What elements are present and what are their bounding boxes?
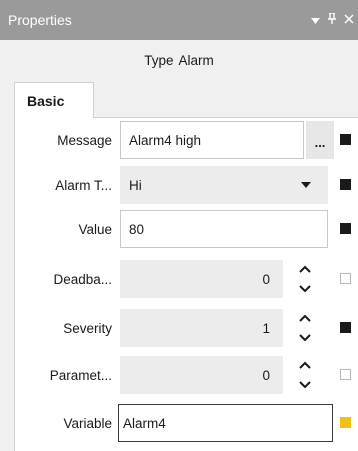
property-row-deadband: Deadba... 0	[15, 259, 358, 299]
close-icon[interactable]	[344, 13, 354, 27]
chevron-down-icon[interactable]	[296, 166, 316, 204]
ellipsis-button[interactable]: ...	[306, 121, 334, 159]
pin-icon[interactable]	[328, 12, 336, 27]
spinner-icon[interactable]	[297, 359, 313, 391]
type-line: Type Alarm	[0, 40, 358, 80]
property-marker[interactable]	[340, 369, 351, 380]
chevron-down-icon[interactable]	[311, 13, 320, 27]
spinner-icon[interactable]	[297, 312, 313, 344]
property-row-message: Message Alarm4 high ...	[15, 120, 358, 160]
property-marker[interactable]	[340, 417, 351, 428]
property-row-value: Value 80	[15, 209, 358, 249]
severity-value: 1	[262, 320, 270, 336]
property-label: Message	[57, 132, 112, 148]
property-label: Alarm T...	[55, 177, 112, 193]
property-marker[interactable]	[340, 273, 351, 284]
property-label: Value	[78, 221, 112, 237]
property-marker[interactable]	[340, 223, 351, 234]
variable-input[interactable]: Alarm4	[118, 404, 333, 442]
property-marker[interactable]	[340, 179, 351, 190]
titlebar-controls	[311, 0, 354, 40]
message-value: Alarm4 high	[129, 132, 202, 148]
property-label: Paramet...	[49, 367, 112, 383]
type-value: Alarm	[178, 52, 214, 68]
value-input[interactable]: 80	[120, 210, 328, 248]
property-row-severity: Severity 1	[15, 308, 358, 348]
property-grid: Message Alarm4 high ... Alarm T... Hi Va…	[14, 117, 358, 451]
property-row-variable: Variable Alarm4	[15, 403, 358, 443]
property-label: Severity	[63, 320, 112, 336]
parameter-stepper[interactable]: 0	[120, 356, 283, 394]
parameter-value: 0	[262, 367, 270, 383]
severity-stepper[interactable]: 1	[120, 309, 283, 347]
spinner-icon[interactable]	[297, 263, 313, 295]
tab-basic[interactable]: Basic	[14, 82, 94, 118]
tab-basic-label: Basic	[27, 92, 65, 109]
property-row-parameter: Paramet... 0	[15, 355, 358, 395]
deadband-stepper[interactable]: 0	[120, 260, 283, 298]
property-label: Deadba...	[53, 271, 112, 287]
property-label: Variable	[63, 415, 112, 431]
value-value: 80	[129, 221, 145, 237]
property-marker[interactable]	[340, 134, 351, 145]
deadband-value: 0	[262, 271, 270, 287]
tab-strip: Basic	[0, 80, 358, 118]
property-row-alarm-type: Alarm T... Hi	[15, 165, 358, 205]
alarm-type-value: Hi	[129, 177, 142, 193]
panel-titlebar: Properties	[0, 0, 358, 40]
property-marker[interactable]	[340, 322, 351, 333]
variable-value: Alarm4	[123, 415, 166, 431]
message-input[interactable]: Alarm4 high	[120, 121, 304, 159]
panel-title: Properties	[8, 12, 72, 28]
type-label: Type	[144, 52, 174, 68]
